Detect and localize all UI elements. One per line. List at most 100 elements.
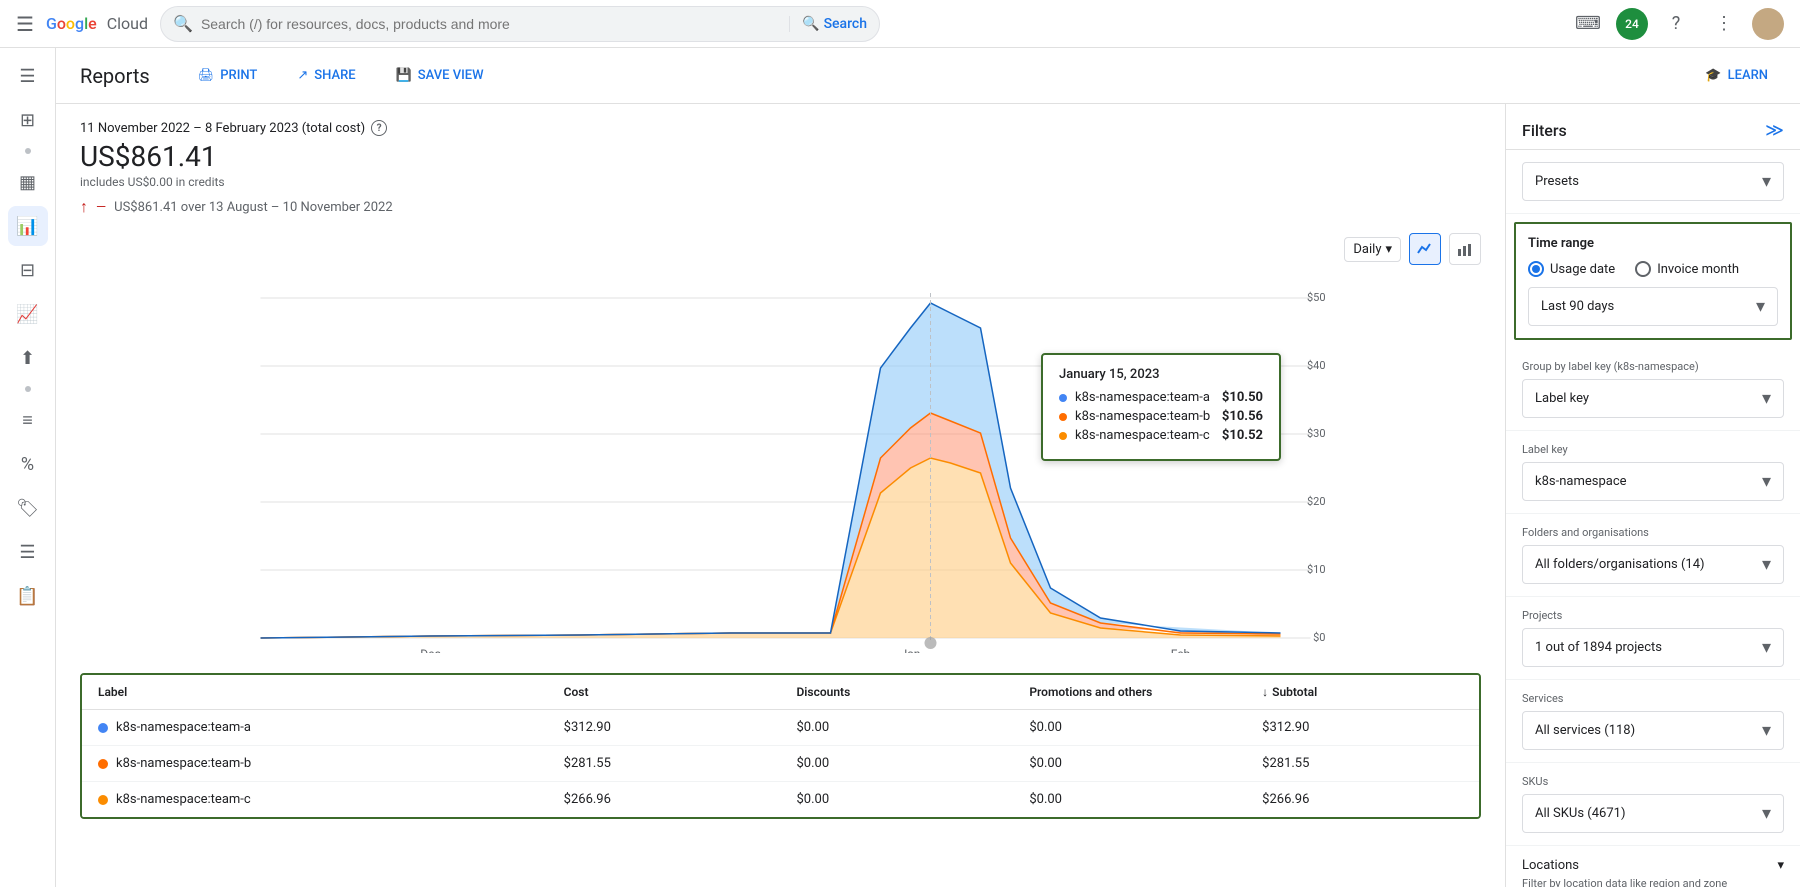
sidebar-icon-tag[interactable]: 🏷 [8, 488, 48, 528]
label-key-dropdown[interactable]: k8s-namespace ▾ [1522, 462, 1784, 501]
skus-dropdown[interactable]: All SKUs (4671) ▾ [1522, 794, 1784, 833]
left-sidebar: ☰ ⊞ ▦ 📊 ⊟ 📈 ⬆ ≡ % 🏷 ☰ 📋 [0, 48, 56, 887]
invoice-month-radio-circle [1635, 261, 1651, 277]
content-area: Reports 🖨 PRINT ↗ SHARE 💾 SAVE VIEW 🎓 LE… [56, 48, 1800, 887]
avatar[interactable] [1752, 8, 1784, 40]
col-subtotal: ↓ Subtotal [1246, 675, 1479, 709]
sidebar-icon-dashboard[interactable]: ▦ [8, 162, 48, 202]
col-cost: Cost [548, 675, 781, 709]
projects-dropdown[interactable]: 1 out of 1894 projects ▾ [1522, 628, 1784, 667]
cell-cost-0: $312.90 [548, 710, 781, 745]
folders-orgs-dropdown[interactable]: All folders/organisations (14) ▾ [1522, 545, 1784, 584]
tooltip-row-2: k8s-namespace:team-c $10.52 [1059, 428, 1263, 443]
usage-date-radio-circle [1528, 261, 1544, 277]
time-range-title: Time range [1528, 236, 1778, 251]
tooltip-date: January 15, 2023 [1059, 367, 1263, 382]
tooltip-row-1: k8s-namespace:team-b $10.56 [1059, 409, 1263, 424]
tooltip-value-team-c: $10.52 [1222, 428, 1263, 443]
bar-chart-button[interactable] [1449, 233, 1481, 265]
chevron-down-icon: ▾ [1762, 720, 1771, 741]
sidebar-icon-percent[interactable]: % [8, 444, 48, 484]
time-period-dropdown[interactable]: Last 90 days ▾ [1528, 287, 1778, 326]
more-options-icon[interactable]: ⋮ [1704, 4, 1744, 44]
usage-date-radio[interactable]: Usage date [1528, 261, 1615, 277]
reports-header: Reports 🖨 PRINT ↗ SHARE 💾 SAVE VIEW 🎓 LE… [56, 48, 1800, 104]
table-header: Label Cost Discounts Promotions and othe… [82, 675, 1479, 710]
locations-sublabel: Filter by location data like region and … [1522, 877, 1784, 887]
cell-label-2: k8s-namespace:team-c [82, 782, 548, 817]
bar-chart-icon [1457, 241, 1473, 257]
share-icon: ↗ [297, 68, 308, 83]
save-view-button[interactable]: 💾 SAVE VIEW [388, 62, 492, 89]
label-key-label: Label key [1522, 443, 1784, 456]
col-promotions: Promotions and others [1013, 675, 1246, 709]
svg-text:Feb: Feb [1171, 647, 1191, 653]
cell-subtotal-1: $281.55 [1246, 746, 1479, 781]
print-button[interactable]: 🖨 PRINT [190, 62, 266, 89]
presets-dropdown[interactable]: Presets ▾ [1522, 162, 1784, 201]
help-icon[interactable]: ? [1656, 4, 1696, 44]
cost-summary: 11 November 2022 – 8 February 2023 (tota… [80, 120, 1481, 217]
line-chart-icon [1417, 241, 1433, 257]
group-by-dropdown[interactable]: Label key ▾ [1522, 379, 1784, 418]
chevron-down-icon: ▾ [1762, 803, 1771, 824]
invoice-month-radio[interactable]: Invoice month [1635, 261, 1739, 277]
cell-label-0: k8s-namespace:team-a [82, 710, 548, 745]
cost-chart[interactable]: $0 $10 $20 $30 $40 $50 [80, 273, 1481, 653]
print-icon: 🖨 [198, 68, 215, 83]
group-by-label: Group by label key (k8s-namespace) [1522, 360, 1784, 373]
terminal-icon[interactable]: ⌨ [1568, 4, 1608, 44]
search-icon: 🔍 [802, 16, 819, 32]
cell-discounts-0: $0.00 [780, 710, 1013, 745]
sidebar-icon-menu[interactable]: ☰ [8, 56, 48, 96]
sidebar-icon-reports[interactable]: 📊 [8, 206, 48, 246]
chart-area: 11 November 2022 – 8 February 2023 (tota… [56, 104, 1505, 887]
tooltip-dot-team-b [1059, 413, 1067, 421]
cost-comparison: ↑ — US$861.41 over 13 August – 10 Novemb… [80, 197, 1481, 217]
table-row: k8s-namespace:team-a $312.90 $0.00 $0.00… [82, 710, 1479, 746]
folders-orgs-label: Folders and organisations [1522, 526, 1784, 539]
projects-section: Projects 1 out of 1894 projects ▾ [1506, 597, 1800, 680]
info-icon[interactable]: ? [371, 120, 387, 136]
filters-collapse-button[interactable]: ≫ [1765, 120, 1784, 141]
share-button[interactable]: ↗ SHARE [289, 62, 363, 89]
daily-select[interactable]: Daily ▾ [1344, 237, 1401, 262]
sidebar-icon-upload[interactable]: ⬆ [8, 338, 48, 378]
cost-amount: US$861.41 [80, 140, 1481, 173]
sidebar-divider-1 [25, 148, 31, 154]
search-bar[interactable]: 🔍 🔍 Search [160, 6, 880, 42]
search-button[interactable]: 🔍 Search [789, 16, 867, 32]
cell-label-1: k8s-namespace:team-b [82, 746, 548, 781]
sidebar-icon-chart[interactable]: 📈 [8, 294, 48, 334]
cell-promotions-0: $0.00 [1013, 710, 1246, 745]
trend-dash: — [96, 200, 106, 215]
col-label: Label [82, 675, 548, 709]
chevron-down-icon: ▾ [1756, 296, 1765, 317]
learn-button[interactable]: 🎓 LEARN [1697, 62, 1776, 89]
line-chart-button[interactable] [1409, 233, 1441, 265]
tooltip-row-0: k8s-namespace:team-a $10.50 [1059, 390, 1263, 405]
chevron-down-icon: ▾ [1762, 554, 1771, 575]
hamburger-menu[interactable]: ☰ [16, 12, 34, 36]
locations-label: Locations [1522, 858, 1579, 873]
sidebar-icon-table[interactable]: ⊟ [8, 250, 48, 290]
cell-promotions-2: $0.00 [1013, 782, 1246, 817]
google-cloud-logo[interactable]: Google Cloud [46, 14, 148, 33]
services-dropdown[interactable]: All services (118) ▾ [1522, 711, 1784, 750]
presets-section: Presets ▾ [1506, 150, 1800, 214]
filters-panel: Filters ≫ Presets ▾ Time range [1505, 104, 1800, 887]
locations-toggle[interactable]: Locations ▾ [1522, 858, 1784, 873]
sidebar-divider-2 [25, 386, 31, 392]
sidebar-icon-grid[interactable]: ☰ [8, 532, 48, 572]
nav-right-icons: ⌨ 24 ? ⋮ [1568, 4, 1784, 44]
search-input[interactable] [201, 16, 781, 32]
tooltip-dot-team-a [1059, 394, 1067, 402]
label-key-section: Label key k8s-namespace ▾ [1506, 431, 1800, 514]
notification-badge[interactable]: 24 [1616, 8, 1648, 40]
cell-discounts-1: $0.00 [780, 746, 1013, 781]
sidebar-icon-home[interactable]: ⊞ [8, 100, 48, 140]
chart-tooltip: January 15, 2023 k8s-namespace:team-a $1… [1041, 353, 1281, 461]
chevron-down-icon: ▾ [1762, 637, 1771, 658]
sidebar-icon-list[interactable]: ≡ [8, 400, 48, 440]
sidebar-icon-clipboard[interactable]: 📋 [8, 576, 48, 616]
